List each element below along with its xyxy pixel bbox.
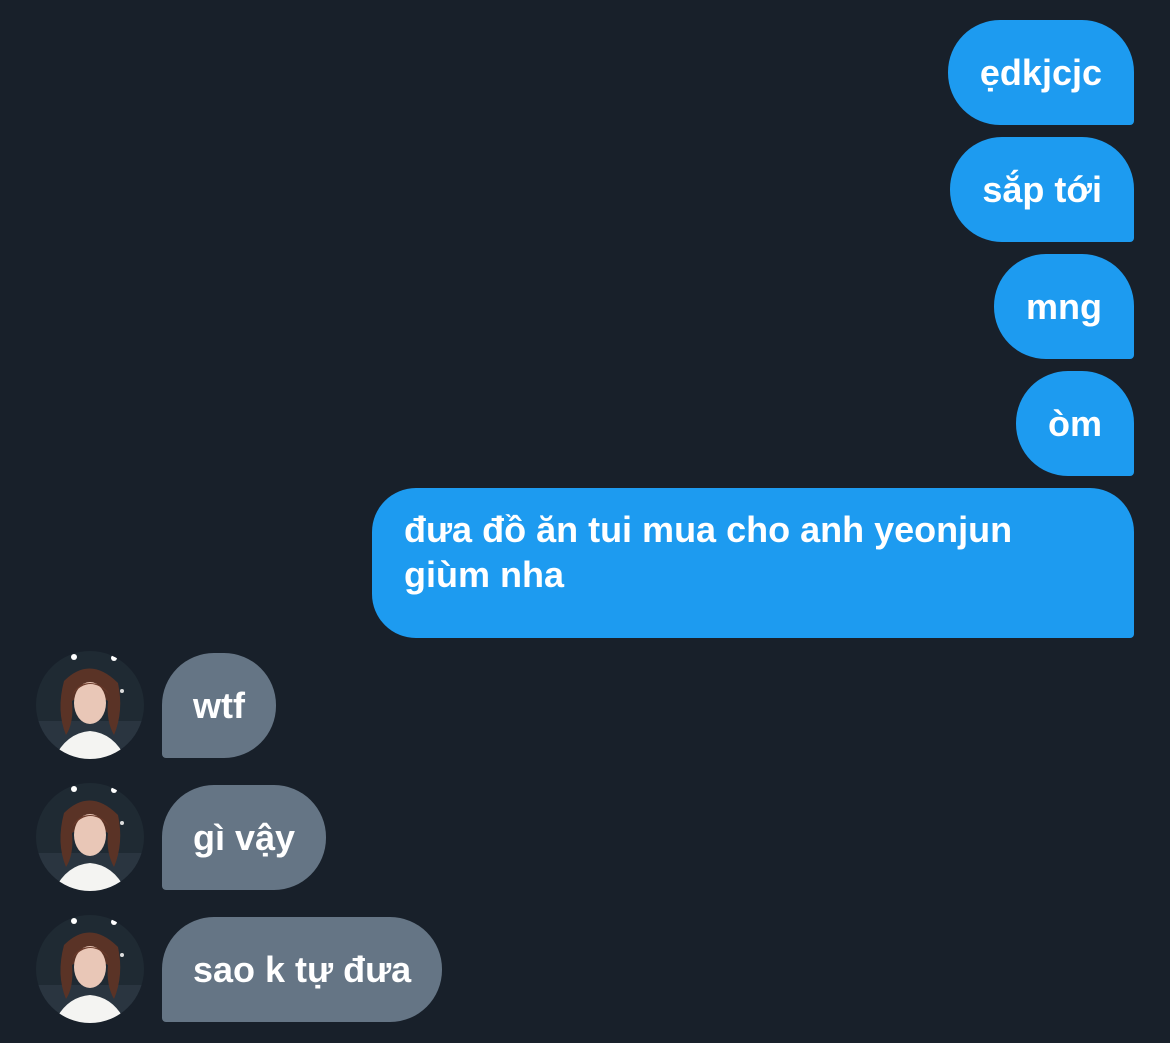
user-avatar-photo-icon [36, 783, 144, 891]
received-message-bubble[interactable]: gì vậy [162, 785, 327, 890]
message-text: mng [1026, 286, 1102, 327]
user-avatar-photo-icon [36, 915, 144, 1023]
message-text: ẹdkjcjc [979, 52, 1102, 93]
message-text: sắp tới [982, 169, 1102, 210]
message-text: gì vậy [193, 817, 296, 858]
sent-message-bubble[interactable]: sắp tới [950, 137, 1134, 242]
chat-thread: ẹdkjcjc sắp tới mng òm đưa đồ ăn tui mua… [0, 0, 1170, 1043]
message-text: òm [1048, 403, 1102, 444]
received-message-bubble[interactable]: wtf [162, 653, 276, 758]
sent-message-bubble[interactable]: mng [994, 254, 1134, 359]
sent-message-bubble[interactable]: ẹdkjcjc [947, 20, 1134, 125]
avatar[interactable] [36, 915, 144, 1023]
message-text: đưa đồ ăn tui mua cho anh yeonjun giùm n… [404, 509, 1013, 595]
avatar[interactable] [36, 783, 144, 891]
message-text: sao k tự đưa [193, 949, 412, 990]
message-text: wtf [193, 685, 245, 726]
received-message-bubble[interactable]: sao k tự đưa [162, 917, 443, 1022]
user-avatar-photo-icon [36, 651, 144, 759]
avatar[interactable] [36, 651, 144, 759]
sent-message-bubble[interactable]: òm [1016, 371, 1134, 476]
sent-message-bubble[interactable]: đưa đồ ăn tui mua cho anh yeonjun giùm n… [372, 488, 1134, 638]
